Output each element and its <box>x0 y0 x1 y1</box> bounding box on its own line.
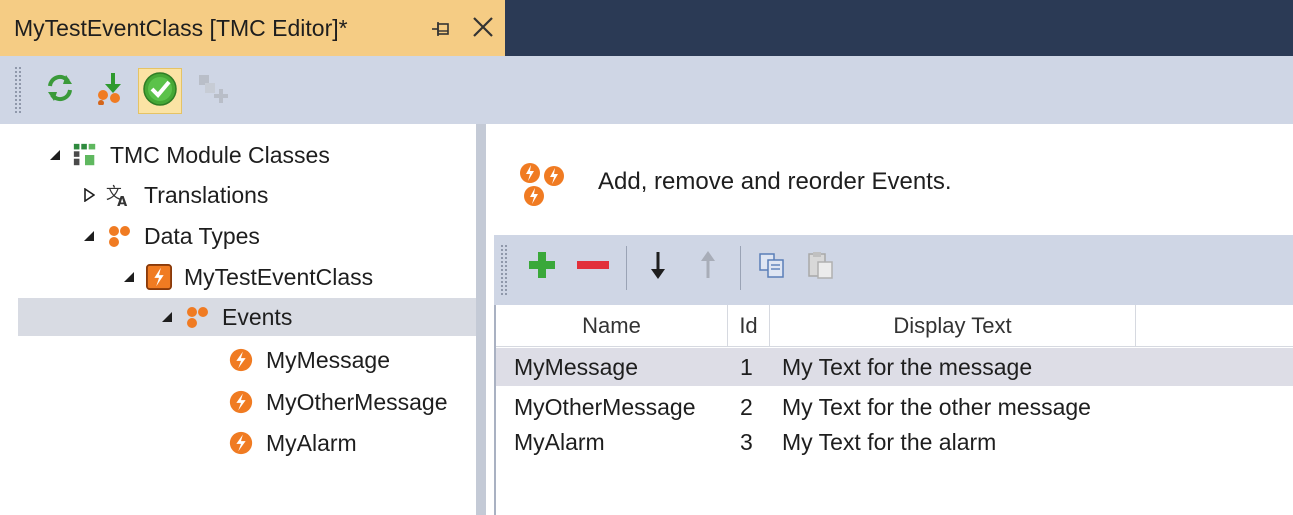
tree-node-label: MyTestEventClass <box>184 263 374 290</box>
tree-node-label: MyAlarm <box>266 429 357 456</box>
check-icon <box>142 71 178 112</box>
add-disabled-button[interactable] <box>192 70 232 110</box>
table-row[interactable]: MyOtherMessage 2 My Text for the other m… <box>496 388 1293 426</box>
tree-node-events[interactable]: Events <box>18 298 476 336</box>
expanded-arrow-icon[interactable] <box>80 227 98 245</box>
tree-node-myothermessage[interactable]: MyOtherMessage <box>228 383 448 421</box>
copy-button[interactable] <box>752 247 792 287</box>
add-disabled-icon <box>195 71 229 110</box>
remove-icon <box>577 258 609 276</box>
tree-node-tmc-module-classes[interactable]: TMC Module Classes <box>46 136 330 174</box>
expanded-arrow-icon[interactable] <box>120 268 138 286</box>
check-button[interactable] <box>138 68 182 114</box>
tree-node-myalarm[interactable]: MyAlarm <box>228 424 357 462</box>
pin-icon[interactable] <box>430 18 452 40</box>
panel-splitter[interactable] <box>476 124 486 515</box>
toolbar-separator <box>740 246 741 290</box>
tree-node-label: Translations <box>144 181 269 208</box>
add-event-button[interactable] <box>522 247 562 287</box>
refresh-button[interactable] <box>40 70 80 110</box>
cell-id[interactable]: 1 <box>740 348 753 386</box>
table-row[interactable]: MyMessage 1 My Text for the message <box>496 348 1293 386</box>
svg-text:A: A <box>117 195 127 209</box>
move-down-button[interactable] <box>638 247 678 287</box>
document-tab-strip: MyTestEventClass [TMC Editor]* <box>0 0 1293 56</box>
events-toolbar <box>494 235 1293 305</box>
move-down-icon <box>648 250 668 285</box>
move-up-button[interactable] <box>688 247 728 287</box>
remove-event-button[interactable] <box>573 247 613 287</box>
tree-node-label: MyMessage <box>266 346 390 373</box>
cell-id[interactable]: 3 <box>740 423 753 461</box>
table-row[interactable]: MyAlarm 3 My Text for the alarm <box>496 423 1293 461</box>
cell-name[interactable]: MyAlarm <box>514 423 605 461</box>
add-icon <box>527 250 557 285</box>
tree-node-label: MyOtherMessage <box>266 388 448 415</box>
copy-icon <box>757 250 787 285</box>
tree-node-data-types[interactable]: Data Types <box>80 217 260 255</box>
panel-header-text: Add, remove and reorder Events. <box>598 168 952 195</box>
close-icon[interactable] <box>470 14 496 40</box>
event-class-icon <box>146 264 172 290</box>
tree-node-mymessage[interactable]: MyMessage <box>228 341 390 379</box>
cell-display-text[interactable]: My Text for the message <box>782 348 1032 386</box>
module-classes-icon <box>72 142 98 168</box>
download-button[interactable] <box>90 70 130 110</box>
column-header-filler <box>1136 305 1293 347</box>
cell-display-text[interactable]: My Text for the alarm <box>782 423 996 461</box>
toolbar-separator <box>626 246 627 290</box>
cell-display-text[interactable]: My Text for the other message <box>782 388 1091 426</box>
tree-node-label: Events <box>222 303 293 330</box>
tree-node-label: Data Types <box>144 222 260 249</box>
cell-name[interactable]: MyMessage <box>514 348 638 386</box>
paste-icon <box>805 250 835 285</box>
move-up-icon <box>698 250 718 285</box>
paste-button[interactable] <box>800 247 840 287</box>
toolbar-grip[interactable] <box>14 66 22 114</box>
expanded-arrow-icon[interactable] <box>158 308 176 326</box>
tree-node-mytesteventclass[interactable]: MyTestEventClass <box>120 258 373 296</box>
refresh-icon <box>44 72 76 109</box>
toolbar-grip[interactable] <box>500 244 508 296</box>
collapsed-arrow-icon[interactable] <box>80 186 98 204</box>
column-header-id[interactable]: Id <box>728 305 770 347</box>
tree-node-translations[interactable]: 文 A Translations <box>80 176 268 214</box>
events-icon <box>184 304 210 330</box>
column-header-name[interactable]: Name <box>496 305 728 347</box>
download-icon <box>93 71 127 110</box>
translations-icon: 文 A <box>106 182 132 209</box>
data-types-icon <box>106 223 132 249</box>
cell-id[interactable]: 2 <box>740 388 753 426</box>
event-icon <box>228 430 254 456</box>
cell-name[interactable]: MyOtherMessage <box>514 388 696 426</box>
column-header-display-text[interactable]: Display Text <box>770 305 1136 347</box>
event-icon <box>228 389 254 415</box>
events-icon <box>516 160 568 208</box>
expanded-arrow-icon[interactable] <box>46 146 64 164</box>
event-icon <box>228 347 254 373</box>
document-tab-title: MyTestEventClass [TMC Editor]* <box>14 14 348 41</box>
tree-node-label: TMC Module Classes <box>110 141 330 168</box>
